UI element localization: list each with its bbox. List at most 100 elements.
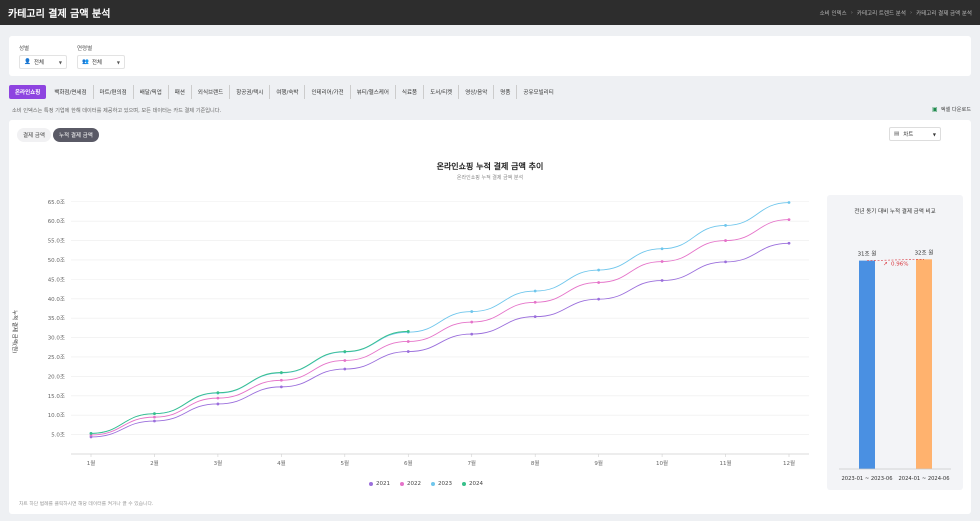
category-tabs: 온라인쇼핑 백화점/면세점 마트/편의점 배달/픽업 패션 외식브랜드 항공권/택시 여행/숙…	[9, 84, 971, 100]
tab-category[interactable]: 패션	[169, 85, 192, 99]
data-point-2022[interactable]	[406, 340, 410, 343]
data-point-2022[interactable]	[343, 359, 347, 362]
y-tick-label: 60.0조	[48, 218, 65, 225]
data-point-2024[interactable]	[279, 371, 283, 374]
caret-down-icon: ▼	[932, 131, 936, 137]
page-title: 카테고리 결제 금액 분석	[8, 9, 111, 20]
data-point-2022[interactable]	[787, 218, 791, 222]
change-connector-line	[866, 258, 925, 261]
data-point-2021[interactable]	[406, 350, 410, 353]
data-point-2023[interactable]	[787, 201, 791, 204]
data-point-2021[interactable]	[153, 419, 156, 423]
tab-category[interactable]: 명품	[494, 85, 518, 99]
data-point-2024[interactable]	[406, 329, 410, 333]
data-point-2024[interactable]	[153, 412, 156, 416]
data-point-2022[interactable]	[279, 378, 283, 382]
breadcrumb-item[interactable]: 카테고리 트렌드 분석	[857, 9, 906, 17]
data-point-2022[interactable]	[533, 300, 537, 304]
tab-category[interactable]: 배달/픽업	[134, 85, 169, 99]
tab-category[interactable]: 도서/티켓	[424, 85, 460, 99]
legend-dot-icon	[431, 482, 435, 486]
chevron-right-icon: ›	[850, 9, 853, 16]
legend-label: 2024	[469, 481, 483, 487]
tab-category[interactable]: 인테리어/가전	[305, 85, 351, 99]
x-tick-label: 3월	[214, 459, 223, 467]
data-point-2024[interactable]	[89, 432, 93, 435]
tab-category[interactable]: 백화점/면세점	[48, 85, 94, 99]
x-tick-label: 10월	[656, 459, 668, 467]
filter-panel: 성별 👤 전체 ▼ 연령별 👥 전체 ▼	[9, 36, 971, 76]
comparison-bar[interactable]	[916, 259, 932, 469]
data-point-2022[interactable]	[216, 396, 220, 400]
data-point-2021[interactable]	[533, 315, 537, 319]
x-tick-label: 7월	[467, 459, 476, 467]
data-point-2023[interactable]	[660, 247, 664, 251]
caret-down-icon: ▼	[116, 59, 120, 65]
data-point-2021[interactable]	[597, 297, 601, 301]
y-tick-label: 35.0조	[48, 315, 65, 322]
data-point-2023[interactable]	[533, 289, 537, 293]
series-line-2021	[90, 242, 790, 438]
legend-item[interactable]: 2024	[462, 481, 483, 487]
gender-select[interactable]: 👤 전체 ▼	[19, 55, 67, 69]
data-point-2021[interactable]	[724, 260, 727, 264]
data-point-2022[interactable]	[597, 281, 601, 284]
tab-category[interactable]: 온라인쇼핑	[9, 85, 47, 99]
bar-value-label: 31조 원	[858, 250, 877, 258]
comparison-bar[interactable]	[859, 260, 875, 469]
data-point-2022[interactable]	[724, 239, 727, 242]
tab-category[interactable]: 외식브랜드	[192, 85, 231, 99]
tab-category[interactable]: 공유모빌리티	[517, 85, 559, 99]
data-point-2022[interactable]	[660, 260, 664, 263]
excel-download-button[interactable]: ▣ 엑셀 다운로드	[932, 106, 971, 113]
data-point-2022[interactable]	[153, 415, 156, 419]
tab-category[interactable]: 여행/숙박	[270, 85, 306, 99]
legend-item[interactable]: 2023	[431, 481, 452, 487]
data-point-2021[interactable]	[216, 402, 220, 406]
data-point-2021[interactable]	[787, 241, 791, 245]
data-point-2023[interactable]	[597, 268, 601, 272]
data-point-2023[interactable]	[470, 310, 474, 313]
breadcrumb-item[interactable]: 소비 인덱스	[820, 9, 847, 17]
series-line-2024	[90, 330, 409, 434]
breadcrumb-item: 카테고리 결제 금액 분석	[916, 10, 972, 17]
top-bar: 카테고리 결제 금액 분석 소비 인덱스 › 카테고리 트렌드 분석 › 카테고…	[0, 0, 980, 25]
legend-label: 2021	[376, 481, 390, 487]
legend-label: 2022	[407, 481, 421, 487]
legend-dot-icon	[400, 482, 404, 486]
x-tick-label: 5월	[341, 459, 350, 467]
tab-category[interactable]: 뷰티/헬스케어	[351, 85, 396, 99]
data-point-2024[interactable]	[216, 391, 220, 395]
tab-category[interactable]: 마트/편의점	[94, 85, 134, 99]
tab-category[interactable]: 식료품	[396, 85, 425, 99]
data-point-2021[interactable]	[279, 385, 283, 389]
data-point-2024[interactable]	[343, 350, 347, 353]
legend-footnote: 차트 하단 범례를 클릭하시면 해당 데이터를 켜거나 끌 수 있습니다.	[19, 502, 154, 507]
legend-item[interactable]: 2021	[369, 481, 390, 487]
tab-category[interactable]: 항공권/택시	[230, 85, 271, 99]
data-point-2021[interactable]	[343, 367, 347, 371]
legend-item[interactable]: 2022	[400, 481, 421, 487]
x-tick-label: 2월	[150, 459, 159, 467]
data-point-2021[interactable]	[660, 279, 664, 282]
comparison-card: 전년 동기 대비 누적 결제 금액 비교 31조 원 2023-01 ~ 2023…	[827, 195, 963, 490]
chart-legend: 2021 2022 2023 2024	[369, 481, 483, 487]
age-filter: 연령별 👥 전체 ▼	[77, 44, 125, 69]
y-tick-label: 55.0조	[48, 238, 65, 245]
age-filter-label: 연령별	[77, 46, 93, 52]
change-percent-label: 0.96%	[891, 262, 908, 268]
legend-dot-icon	[462, 482, 466, 486]
trend-up-icon: ↗	[883, 262, 888, 268]
data-point-2023[interactable]	[724, 224, 727, 227]
y-tick-label: 30.0조	[48, 335, 65, 342]
chart-type-select[interactable]: ▤ 차트 ▼	[889, 127, 941, 141]
gender-filter: 성별 👤 전체 ▼	[19, 44, 67, 69]
y-tick-label: 20.0조	[48, 373, 65, 380]
tab-category[interactable]: 영상/음악	[459, 85, 495, 99]
data-point-2022[interactable]	[470, 320, 474, 324]
comparison-bar-chart: 31조 원 2023-01 ~ 2023-06 32조 원 2024-01 ~ 202…	[839, 248, 951, 482]
x-tick-label: 6월	[404, 459, 413, 467]
age-select[interactable]: 👥 전체 ▼	[77, 55, 125, 69]
data-point-2021[interactable]	[470, 332, 474, 336]
data-notice: 소비 인덱스는 특정 기업에 한해 데이터를 제공하고 있으며, 모든 데이터는…	[12, 108, 222, 114]
